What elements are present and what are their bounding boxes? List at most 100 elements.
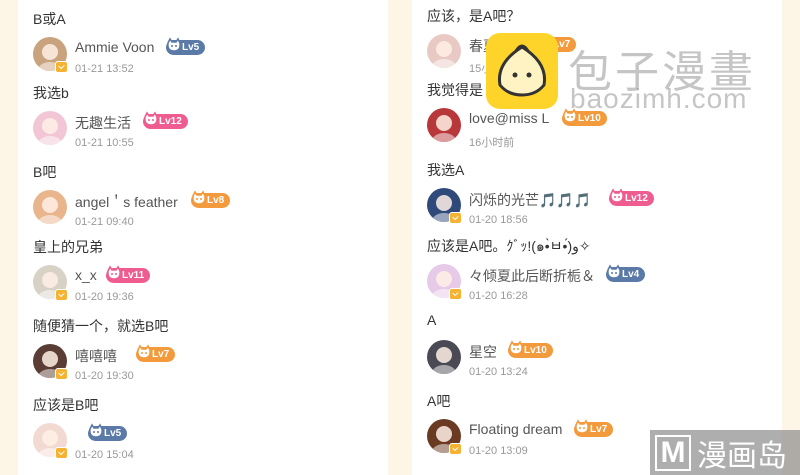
level-cat-icon (144, 111, 158, 126)
level-label: Lv7 (590, 424, 608, 435)
avatar[interactable] (427, 34, 461, 68)
avatar[interactable] (33, 344, 68, 380)
comment-item[interactable]: 应该是A吧。ｸﾞｯ!(๑•̀ㅂ•́)و✧ 々倾夏此后断折栀＆ Lv4 01-20 16… (412, 236, 782, 314)
comment-text: 我选b (33, 85, 69, 101)
comment-item[interactable]: B吧 angel＇s feather Lv8 01-21 09:40 (18, 162, 388, 240)
comment-text: B或A (33, 11, 66, 27)
username[interactable]: x_x (75, 267, 97, 283)
verified-badge-icon (449, 443, 462, 455)
level-badge: Lv7 (574, 419, 614, 437)
comment-time: 01-20 19:36 (75, 291, 134, 303)
comment-item[interactable]: 随便猜一个，就选B吧嘻嘻嘻 Lv7 01-20 19:30 (18, 316, 388, 394)
level-label: Lv10 (524, 345, 547, 356)
username[interactable]: Floating dream (469, 421, 562, 437)
verified-badge-icon (55, 368, 68, 380)
level-badge: Lv8 (191, 190, 231, 208)
level-cat-icon (192, 190, 206, 205)
avatar[interactable] (33, 190, 67, 224)
username[interactable]: angel＇s feather (75, 192, 178, 212)
level-cat-icon (167, 37, 181, 52)
level-badge: Lv11 (106, 265, 151, 283)
avatar[interactable] (427, 340, 461, 374)
verified-badge-icon (449, 288, 462, 300)
level-badge: Lv12 (143, 111, 188, 129)
verified-badge-icon (55, 447, 68, 459)
avatar[interactable] (427, 419, 462, 455)
comment-item[interactable]: B或A Ammie Voon Lv5 01-21 13:52 (18, 9, 388, 87)
comment-text: 应该，是A吧？ (427, 8, 521, 24)
comment-time: 01-20 13:09 (469, 445, 528, 457)
avatar[interactable] (33, 111, 67, 145)
comment-item[interactable]: 我选A 闪烁的光芒🎵🎵🎵 Lv12 01-20 18:56 (412, 160, 782, 238)
level-label: Lv12 (625, 193, 648, 204)
username[interactable]: 嘻嘻嘻 (75, 346, 117, 366)
comment-text: 随便猜一个，就选B吧 (33, 318, 169, 334)
verified-badge-icon (449, 212, 462, 224)
level-badge: Lv7 (136, 344, 176, 362)
username[interactable]: 无趣生活 (75, 113, 131, 133)
comment-text: B吧 (33, 164, 57, 180)
username[interactable]: love@miss L (469, 110, 549, 126)
comment-time: 01-20 19:30 (75, 370, 134, 382)
comment-item[interactable]: 应该是B吧 Lv5 01-20 15:04 (18, 395, 388, 473)
level-cat-icon (107, 265, 121, 280)
username[interactable]: 々倾夏此后断折栀＆ (469, 266, 595, 286)
level-cat-icon (575, 419, 589, 434)
level-label: Lv4 (622, 269, 640, 280)
comment-time: 01-20 15:04 (75, 449, 134, 461)
level-badge: Lv12 (609, 188, 654, 206)
avatar[interactable] (33, 37, 68, 73)
level-cat-icon (137, 344, 151, 359)
level-label: Lv5 (182, 42, 200, 53)
comment-text: 我觉得是 (427, 82, 483, 98)
comment-time: 01-20 16:28 (469, 290, 528, 302)
comment-text: 应该是A吧。ｸﾞｯ!(๑•̀ㅂ•́)و✧ (427, 238, 591, 254)
level-badge: Lv5 (88, 423, 128, 441)
comment-time: 01-20 13:24 (469, 366, 528, 378)
comment-list-left: B或A Ammie Voon Lv5 01-21 13:52 我选b 无趣生活 Lv12 01… (18, 0, 388, 475)
comment-item[interactable]: 我选b 无趣生活 Lv12 01-21 10:55 (18, 83, 388, 161)
comment-time: 16小时前 (469, 137, 515, 149)
comment-item[interactable]: 皇上的兄弟 x_x Lv11 01-20 19:36 (18, 237, 388, 315)
level-cat-icon (610, 188, 624, 203)
level-cat-icon (89, 423, 103, 438)
avatar-image (427, 340, 461, 374)
avatar-image (427, 34, 461, 68)
comment-time: 01-21 10:55 (75, 137, 134, 149)
comment-text: 我选A (427, 162, 465, 178)
avatar[interactable] (33, 265, 68, 301)
verified-badge-icon (55, 61, 68, 73)
level-label: Lv12 (159, 116, 182, 127)
level-label: Lv11 (122, 270, 145, 281)
verified-badge-icon (55, 289, 68, 301)
username[interactable]: 星空 (469, 342, 497, 362)
username[interactable]: 闪烁的光芒🎵🎵🎵 (469, 190, 591, 210)
level-cat-icon (509, 340, 523, 355)
level-label: Lv8 (207, 195, 225, 206)
avatar[interactable] (427, 188, 462, 224)
comment-time: 01-21 09:40 (75, 216, 134, 228)
level-label: Lv5 (104, 428, 122, 439)
comment-item[interactable]: A 星空 Lv10 01-20 13:24 (412, 312, 782, 390)
avatar[interactable] (427, 264, 462, 300)
level-cat-icon (607, 264, 621, 279)
comment-time: 01-21 13:52 (75, 63, 134, 75)
level-badge: Lv4 (606, 264, 646, 282)
comment-text: 应该是B吧 (33, 397, 99, 413)
avatar[interactable] (427, 108, 461, 142)
comment-text: A (427, 312, 437, 328)
baozi-logo-watermark (486, 33, 558, 109)
comment-text: 皇上的兄弟 (33, 239, 103, 255)
level-badge: Lv10 (508, 340, 553, 358)
watermark-url: baozimh.com (570, 83, 748, 114)
level-badge: Lv5 (166, 37, 206, 55)
avatar[interactable] (33, 423, 68, 459)
comment-text: A吧 (427, 393, 451, 409)
avatar-image (33, 111, 67, 145)
watermark-m-logo: M (655, 434, 691, 471)
username[interactable]: Ammie Voon (75, 39, 154, 55)
avatar-image (427, 108, 461, 142)
watermark-bottom-text: 漫画岛 (697, 439, 787, 473)
avatar-image (33, 190, 67, 224)
comment-time: 01-20 18:56 (469, 214, 528, 226)
